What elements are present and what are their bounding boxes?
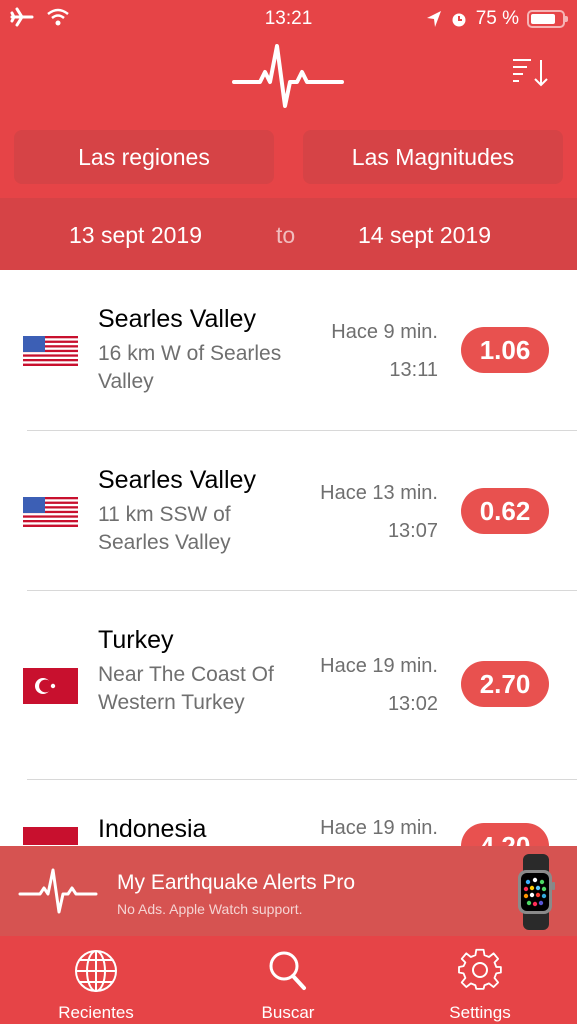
location-icon <box>426 11 441 27</box>
quake-title: Indonesia <box>98 815 207 843</box>
quake-ago: Hace 9 min. <box>331 321 438 343</box>
heartbeat-logo-icon <box>232 44 344 108</box>
magnitude-badge: 2.70 <box>461 661 549 707</box>
tab-label: Settings <box>449 1003 511 1022</box>
tab-recientes[interactable]: Recientes <box>0 936 192 1024</box>
promo-title: My Earthquake Alerts Pro <box>117 871 356 894</box>
quake-location: 11 km SSW of Searles Valley <box>98 503 231 554</box>
header: 13:21 75 % Las regiones Las Magnitudes 1… <box>0 0 577 270</box>
apple-watch-icon <box>518 854 555 930</box>
turkey-flag-icon <box>23 668 78 704</box>
date-range-bar: 13 sept 2019 to 14 sept 2019 <box>0 198 577 270</box>
quake-title: Searles Valley <box>98 466 256 494</box>
status-bar: 13:21 75 % <box>0 0 577 38</box>
promo-subtitle: No Ads. Apple Watch support. <box>117 901 303 917</box>
search-icon <box>269 951 306 990</box>
gear-icon <box>458 948 502 990</box>
date-from[interactable]: 13 sept 2019 <box>69 222 202 249</box>
tab-bar: Recientes Buscar Settings <box>0 936 577 1024</box>
quake-time: 13:11 <box>389 359 438 381</box>
us-flag-icon <box>23 336 78 366</box>
quake-time: 13:07 <box>387 520 438 542</box>
tab-buscar[interactable]: Buscar <box>192 936 384 1024</box>
pro-upgrade-banner[interactable]: My Earthquake Alerts Pro No Ads. Apple W… <box>0 846 577 936</box>
earthquake-row[interactable]: Searles Valley 16 km W of Searles Valley… <box>0 270 577 431</box>
magnitude-badge: 0.62 <box>461 488 549 534</box>
quake-ago: Hace 13 min. <box>320 482 438 504</box>
quake-title: Searles Valley <box>98 305 256 333</box>
earthquake-row[interactable]: Turkey Near The Coast Of Western Turkey … <box>0 591 577 780</box>
quake-ago: Hace 19 min. <box>320 655 438 677</box>
earthquake-row[interactable]: Searles Valley 11 km SSW of Searles Vall… <box>0 431 577 591</box>
heartbeat-icon <box>18 868 98 914</box>
quake-time: 13:02 <box>387 693 438 715</box>
tab-label: Recientes <box>58 1003 134 1022</box>
quake-ago: Hace 19 min. <box>320 817 438 839</box>
regions-filter-button[interactable]: Las regiones <box>14 130 274 184</box>
quake-title: Turkey <box>98 626 174 654</box>
magnitudes-filter-button[interactable]: Las Magnitudes <box>303 130 563 184</box>
quake-location: 16 km W of Searles Valley <box>98 342 282 393</box>
date-separator: to <box>276 222 296 248</box>
tab-label: Buscar <box>261 1003 315 1022</box>
sort-descending-icon[interactable] <box>511 58 551 88</box>
globe-icon <box>75 950 117 992</box>
battery-percent: 75 % <box>475 8 519 29</box>
us-flag-icon <box>23 497 78 527</box>
tab-settings[interactable]: Settings <box>384 936 576 1024</box>
quake-location: Near The Coast Of Western Turkey <box>98 663 274 714</box>
magnitude-badge: 1.06 <box>461 327 549 373</box>
battery-icon <box>527 10 568 28</box>
alarm-icon <box>452 13 466 27</box>
date-to[interactable]: 14 sept 2019 <box>358 222 491 249</box>
